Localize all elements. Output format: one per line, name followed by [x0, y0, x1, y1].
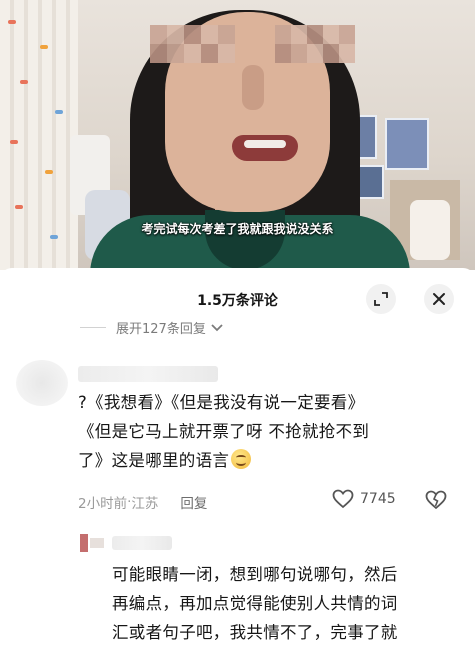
comment-body: ?《我想看》《但是我没有说一定要看》 《但是它马上就开票了呀 不抢就抢不到 了》… [78, 388, 458, 475]
username-blurred[interactable] [78, 366, 218, 382]
comment-location: 江苏 [131, 496, 159, 512]
avatar[interactable] [78, 530, 108, 556]
comment-line: ?《我想看》《但是我没有说一定要看》 [78, 393, 365, 412]
comment-time: 2小时前 [78, 496, 128, 512]
comments-header: 1.5万条评论 [0, 268, 475, 320]
avatar[interactable] [16, 360, 68, 406]
close-icon [433, 293, 445, 305]
comment-line: 可能眼睛一闭，想到哪句说哪句，然后 [112, 565, 398, 584]
expand-replies-button[interactable]: 展开127条回复 [80, 318, 224, 337]
like-count: 7745 [360, 491, 396, 507]
comments-panel: 1.5万条评论 展开127条回复 ?《我想看》《但是我没有说一定要看》 《但是它… [0, 268, 475, 660]
expand-replies-label: 展开127条回复 [116, 322, 206, 337]
comments-count-title: 1.5万条评论 [197, 293, 278, 309]
person-nose [242, 65, 264, 110]
person-mouth [232, 135, 298, 161]
video-subtitle: 考完试每次考差了我就跟我说没关系 [141, 222, 334, 236]
fullscreen-button[interactable] [366, 284, 396, 314]
username-blurred[interactable] [112, 536, 172, 550]
comment-line: 了》这是哪里的语言 [78, 446, 458, 475]
divider-line [80, 327, 106, 328]
comment-line: 汇或者句子吧，我共情不了，完事了就 [112, 623, 398, 642]
heart-icon [332, 489, 354, 509]
eye-mosaic-left [150, 25, 235, 63]
chevron-down-icon [211, 323, 223, 331]
wall-poster [385, 118, 429, 170]
comment-body: 可能眼睛一闭，想到哪句说哪句，然后 再编点，再加点觉得能使别人共情的词 汇或者句… [112, 560, 462, 647]
expand-icon [374, 292, 388, 306]
like-button[interactable]: 7745 [332, 489, 396, 509]
comment-line: 《但是它马上就开票了呀 不抢就抢不到 [78, 422, 370, 441]
eye-mosaic-right [275, 25, 355, 63]
comment-line-text: 了》这是哪里的语言 [78, 451, 230, 470]
person-teeth [244, 140, 286, 148]
reply-button[interactable]: 回复 [180, 492, 207, 512]
avatar-blurred-icon [80, 534, 104, 552]
broken-heart-icon [425, 490, 447, 510]
close-button[interactable] [424, 284, 454, 314]
dislike-button[interactable] [425, 490, 447, 514]
comment-line: 再编点，再加点觉得能使别人共情的词 [112, 594, 398, 613]
smile-emoji-icon [231, 449, 252, 469]
video-player[interactable]: 考完试每次考差了我就跟我说没关系 [0, 0, 475, 270]
comment-meta: 2小时前 · 江苏 回复 [78, 492, 207, 512]
